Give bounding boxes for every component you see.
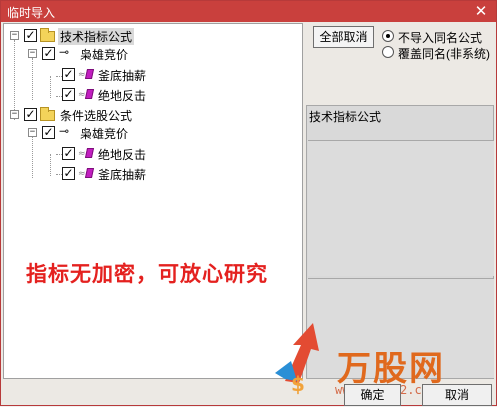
svg-text:$: $: [291, 372, 305, 396]
group-checkbox[interactable]: ✓: [24, 108, 37, 121]
tree-leaf[interactable]: ✓ ≈ 釜底抽薪: [4, 164, 204, 182]
close-icon[interactable]: ✕: [466, 1, 496, 22]
tree-leaf[interactable]: ✓ ≈ 釜底抽薪: [4, 65, 204, 83]
tree-leaf[interactable]: ✓ ≈ 绝地反击: [4, 144, 204, 162]
arrow-logo-icon: $: [275, 323, 319, 396]
folder-icon: [40, 107, 55, 121]
collapse-icon[interactable]: −: [28, 49, 37, 58]
tree-group-label[interactable]: 条件选股公式: [60, 107, 132, 124]
leaf-label[interactable]: 釜底抽薪: [98, 67, 146, 84]
import-dialog: 临时导入 ✕ − ✓ 技术指标公式 − ✓ ⊸ 枭雄竞价 ✓ ≈ 釜底抽薪 ✓ …: [0, 0, 497, 406]
subnode-checkbox[interactable]: ✓: [42, 47, 55, 60]
leaf-label[interactable]: 绝地反击: [98, 87, 146, 104]
leaf-checkbox[interactable]: ✓: [62, 147, 75, 160]
subnode-checkbox[interactable]: ✓: [42, 126, 55, 139]
leaf-checkbox[interactable]: ✓: [62, 167, 75, 180]
radio-label[interactable]: 覆盖同名(非系统): [398, 45, 490, 62]
tree-group-technical[interactable]: − ✓ 技术指标公式: [4, 27, 204, 45]
subnode-label[interactable]: 枭雄竞价: [80, 125, 128, 142]
info-description-box[interactable]: [308, 140, 494, 276]
formula-tree[interactable]: − ✓ 技术指标公式 − ✓ ⊸ 枭雄竞价 ✓ ≈ 釜底抽薪 ✓ ≈ 绝地反击 …: [3, 23, 303, 379]
folder-icon: [40, 28, 55, 42]
radio-unselected-icon[interactable]: [382, 46, 394, 58]
formula-icon: [84, 168, 95, 178]
overlay-red-text: 指标无加密，可放心研究: [26, 261, 268, 286]
tree-group-screening[interactable]: − ✓ 条件选股公式: [4, 106, 204, 124]
formula-icon: [84, 69, 95, 79]
info-title: 技术指标公式: [309, 110, 382, 124]
collapse-icon[interactable]: −: [10, 31, 19, 40]
key-icon: ⊸: [59, 124, 70, 138]
formula-icon: [84, 89, 95, 99]
radio-overwrite-same-name[interactable]: 覆盖同名(非系统): [382, 44, 494, 62]
radio-selected-icon[interactable]: [382, 30, 394, 42]
tree-leaf[interactable]: ✓ ≈ 绝地反击: [4, 85, 204, 103]
formula-icon: [84, 148, 95, 158]
tree-subnode[interactable]: − ✓ ⊸ 枭雄竞价: [4, 124, 204, 142]
group-checkbox[interactable]: ✓: [24, 29, 37, 42]
window-title: 临时导入: [7, 6, 56, 20]
leaf-label[interactable]: 釜底抽薪: [98, 166, 146, 183]
key-icon: ⊸: [59, 45, 70, 59]
cancel-button[interactable]: 取消: [422, 384, 492, 406]
cancel-all-button[interactable]: 全部取消: [313, 26, 374, 48]
leaf-checkbox[interactable]: ✓: [62, 88, 75, 101]
collapse-icon[interactable]: −: [10, 110, 19, 119]
ok-button[interactable]: 确定: [344, 384, 401, 406]
collapse-icon[interactable]: −: [28, 128, 37, 137]
subnode-label[interactable]: 枭雄竞价: [80, 46, 128, 63]
leaf-checkbox[interactable]: ✓: [62, 68, 75, 81]
radio-skip-same-name[interactable]: 不导入同名公式: [382, 28, 494, 45]
tree-subnode[interactable]: − ✓ ⊸ 枭雄竞价: [4, 45, 204, 63]
leaf-label[interactable]: 绝地反击: [98, 146, 146, 163]
title-bar[interactable]: 临时导入 ✕: [1, 1, 496, 22]
tree-group-label[interactable]: 技术指标公式: [58, 28, 135, 45]
